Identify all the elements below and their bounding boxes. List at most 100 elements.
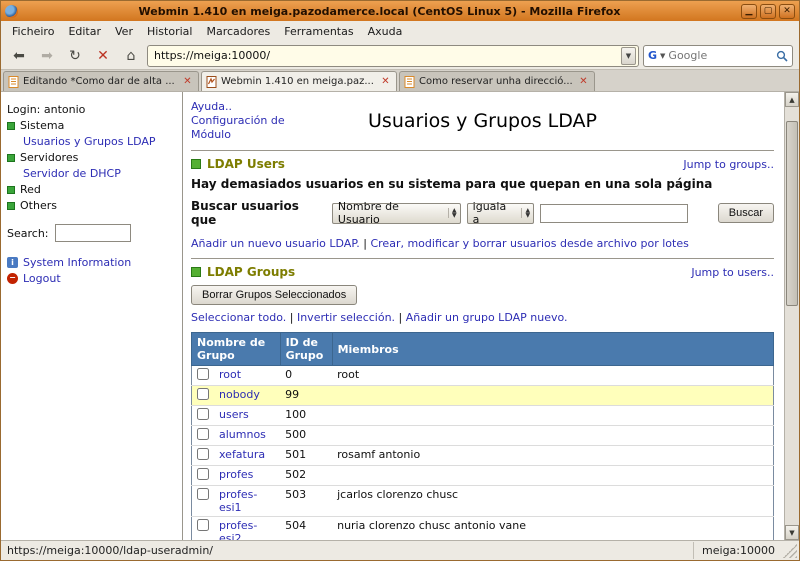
invert-selection-link[interactable]: Invertir selección.	[297, 311, 395, 324]
forward-button[interactable]: ➡	[35, 45, 59, 67]
page-content: Login: antonio Sistema Usuarios y Grupos…	[1, 92, 799, 540]
menu-marcadores[interactable]: Marcadores	[199, 22, 277, 41]
group-id-cell: 500	[280, 426, 332, 446]
selected-field-value: Nombre de Usuario	[338, 200, 442, 226]
tab-close-icon[interactable]: ✕	[181, 75, 194, 88]
back-button[interactable]: ⬅	[7, 45, 31, 67]
statusbar: https://meiga:10000/ldap-useradmin/ meig…	[1, 540, 799, 560]
system-information-link[interactable]: System Information	[23, 256, 131, 269]
logout-link[interactable]: Logout	[23, 272, 61, 285]
home-button[interactable]: ⌂	[119, 45, 143, 67]
combo-arrows-icon: ▲▼	[521, 208, 530, 218]
scroll-down-icon[interactable]: ▼	[785, 525, 799, 540]
group-id-cell: 501	[280, 446, 332, 466]
delete-groups-button[interactable]: Borrar Grupos Seleccionados	[191, 285, 357, 305]
group-checkbox[interactable]	[197, 388, 209, 400]
group-checkbox[interactable]	[197, 488, 209, 500]
help-link[interactable]: Ayuda..	[191, 100, 232, 113]
category-icon	[7, 202, 15, 210]
sidebar-item-servidores[interactable]: Servidores	[7, 151, 176, 164]
column-header-id: ID de Grupo	[280, 333, 332, 366]
magnifier-icon[interactable]	[776, 50, 788, 62]
buscar-button[interactable]: Buscar	[718, 203, 774, 223]
logout-item[interactable]: − Logout	[7, 272, 176, 285]
group-name-link[interactable]: profes-esi1	[219, 488, 257, 514]
group-members-cell: jcarlos clorenzo chusc	[332, 486, 773, 517]
maximize-button[interactable]: ▢	[760, 4, 776, 19]
group-id-cell: 99	[280, 386, 332, 406]
sidebar-link-ldap-users-groups[interactable]: Usuarios y Grupos LDAP	[23, 135, 156, 148]
reload-button[interactable]: ↻	[63, 45, 87, 67]
group-name-link[interactable]: profes-esi2	[219, 519, 257, 540]
close-button[interactable]: ✕	[779, 4, 795, 19]
status-url-text: https://meiga:10000/ldap-useradmin/	[7, 544, 693, 557]
navigation-toolbar: ⬅ ➡ ↻ ✕ ⌂ ▼ G ▼	[1, 42, 799, 70]
titlebar[interactable]: Webmin 1.410 en meiga.pazodamerce.local …	[1, 1, 799, 21]
add-user-link[interactable]: Añadir un nuevo usuario LDAP.	[191, 237, 360, 250]
resize-grip[interactable]	[783, 544, 797, 558]
module-config-link[interactable]: Configuración de Módulo	[191, 114, 285, 141]
sidebar-search-input[interactable]	[55, 224, 131, 242]
group-name-link[interactable]: users	[219, 408, 249, 421]
menu-ferramentas[interactable]: Ferramentas	[277, 22, 360, 41]
menu-historial[interactable]: Historial	[140, 22, 199, 41]
select-all-link[interactable]: Seleccionar todo.	[191, 311, 286, 324]
group-checkbox[interactable]	[197, 368, 209, 380]
user-field-select[interactable]: Nombre de Usuario ▲▼	[332, 203, 461, 224]
group-checkbox[interactable]	[197, 428, 209, 440]
browser-window: Webmin 1.410 en meiga.pazodamerce.local …	[0, 0, 800, 561]
scrollbar-track[interactable]	[785, 107, 799, 525]
group-checkbox[interactable]	[197, 519, 209, 531]
jump-to-users-link[interactable]: Jump to users..	[691, 266, 774, 279]
table-row: users100	[192, 406, 774, 426]
batch-users-link[interactable]: Crear, modificar y borrar usuarios desde…	[370, 237, 688, 250]
sidebar-item-label: Others	[20, 199, 57, 212]
group-name-link[interactable]: alumnos	[219, 428, 266, 441]
sidebar-link-dhcp-server[interactable]: Servidor de DHCP	[23, 167, 121, 180]
vertical-scrollbar[interactable]: ▲ ▼	[784, 92, 799, 540]
scroll-up-icon[interactable]: ▲	[785, 92, 799, 107]
group-id-cell: 503	[280, 486, 332, 517]
group-members-cell	[332, 386, 773, 406]
group-checkbox[interactable]	[197, 408, 209, 420]
menu-ficheiro[interactable]: Ficheiro	[5, 22, 61, 41]
match-type-select[interactable]: iguala a ▲▼	[467, 203, 534, 224]
tab-close-icon[interactable]: ✕	[577, 75, 590, 88]
group-members-cell	[332, 426, 773, 446]
group-name-link[interactable]: xefatura	[219, 448, 265, 461]
group-checkbox[interactable]	[197, 448, 209, 460]
tab-label: Como reservar unha direcció...	[419, 76, 573, 87]
engine-dropdown-icon[interactable]: ▼	[660, 52, 665, 60]
sidebar-item-sistema[interactable]: Sistema	[7, 119, 176, 132]
system-information-item[interactable]: i System Information	[7, 256, 176, 269]
minimize-button[interactable]: ▁	[741, 4, 757, 19]
tab-close-icon[interactable]: ✕	[379, 75, 392, 88]
jump-to-groups-link[interactable]: Jump to groups..	[683, 158, 774, 171]
url-history-dropdown[interactable]: ▼	[621, 47, 636, 65]
user-search-input[interactable]	[540, 204, 688, 223]
group-name-link[interactable]: nobody	[219, 388, 260, 401]
table-row: xefatura501rosamf antonio	[192, 446, 774, 466]
google-engine-icon[interactable]: G	[648, 49, 657, 62]
group-checkbox[interactable]	[197, 468, 209, 480]
tab-editing-article[interactable]: Editando *Como dar de alta ... ✕	[3, 71, 199, 91]
group-name-link[interactable]: profes	[219, 468, 253, 481]
url-input[interactable]	[154, 49, 617, 62]
tab-reserve-address[interactable]: Como reservar unha direcció... ✕	[399, 71, 595, 91]
sidebar-item-red[interactable]: Red	[7, 183, 176, 196]
web-search-input[interactable]	[668, 49, 773, 62]
tab-webmin-active[interactable]: Webmin 1.410 en meiga.paz... ✕	[201, 71, 397, 91]
group-members-cell: root	[332, 366, 773, 386]
firefox-icon	[5, 5, 18, 18]
scrollbar-thumb[interactable]	[786, 121, 798, 306]
group-name-link[interactable]: root	[219, 368, 241, 381]
stop-button[interactable]: ✕	[91, 45, 115, 67]
add-group-link[interactable]: Añadir un grupo LDAP nuevo.	[406, 311, 568, 324]
sidebar-item-others[interactable]: Others	[7, 199, 176, 212]
system-information-icon: i	[7, 257, 18, 268]
menu-axuda[interactable]: Axuda	[361, 22, 410, 41]
category-icon	[7, 186, 15, 194]
selected-match-value: iguala a	[473, 200, 516, 226]
menu-editar[interactable]: Editar	[61, 22, 108, 41]
menu-ver[interactable]: Ver	[108, 22, 140, 41]
